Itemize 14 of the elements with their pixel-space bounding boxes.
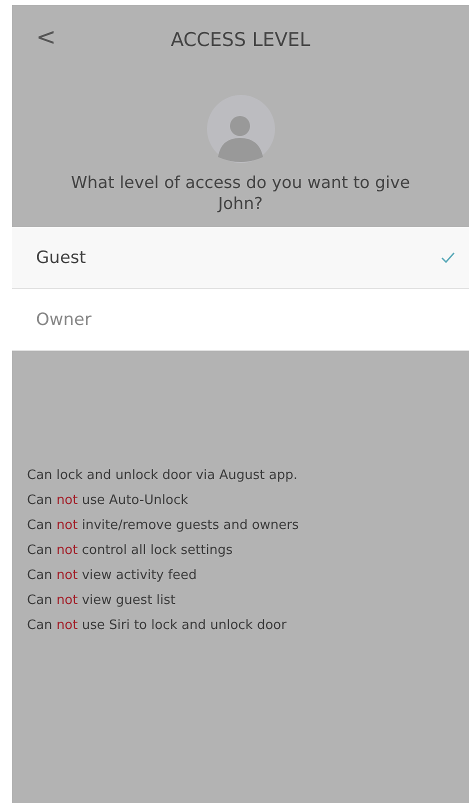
permission-text: Can not view guest list: [27, 592, 177, 610]
screen-title: ACCESS LEVEL: [170, 29, 310, 51]
permission-text: Can not control all lock settings: [27, 542, 234, 560]
back-button[interactable]: <: [32, 23, 60, 51]
permission-text: Can not use Siri to lock and unlock door: [27, 617, 288, 636]
permission-text: Can lock and unlock door via August app.: [27, 467, 298, 486]
access-option[interactable]: Owner: [12, 289, 469, 352]
permission-text: Can not use Auto-Unlock: [27, 492, 190, 510]
question-text: What level of access do you want to give John?: [70, 173, 410, 214]
access-option[interactable]: Guest: [12, 227, 469, 290]
permission-text: Can not view activity feed: [27, 567, 198, 586]
permission-text: Can not invite/remove guests and owners: [27, 517, 300, 536]
checkmark-icon: [441, 252, 455, 264]
avatar-icon: [206, 95, 274, 163]
